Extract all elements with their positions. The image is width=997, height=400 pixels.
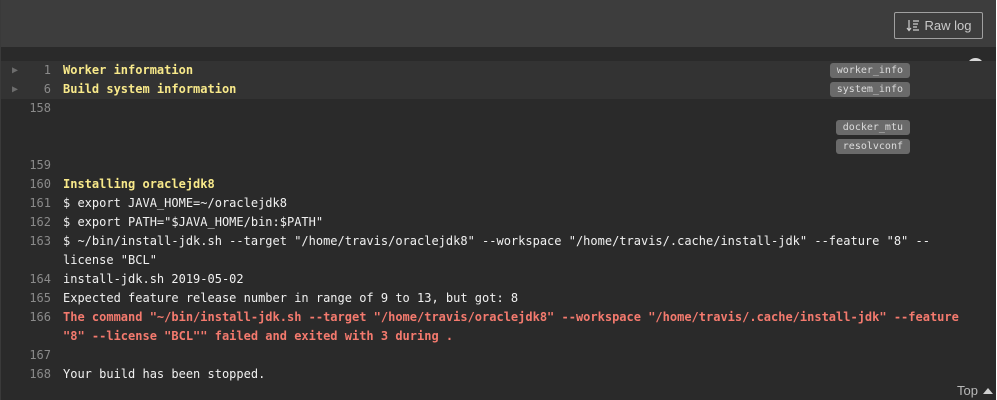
log-fold-resolvconf: resolvconf — [1, 137, 996, 156]
log-line: 165 Expected feature release number in r… — [1, 289, 996, 308]
line-number[interactable]: 162 — [27, 213, 63, 232]
caret-up-icon — [983, 387, 993, 394]
fold-tag: worker_info — [829, 63, 910, 78]
log-line: 161 $ export JAVA_HOME=~/oraclejdk8 — [1, 194, 996, 213]
log-fold-docker-mtu: docker_mtu — [1, 118, 996, 137]
line-number[interactable]: 161 — [27, 194, 63, 213]
sort-lines-icon — [906, 19, 920, 32]
line-number[interactable]: 168 — [27, 365, 63, 384]
line-number[interactable]: 6 — [27, 80, 63, 99]
log-line: 167 — [1, 346, 996, 365]
log-line: 164 install-jdk.sh 2019-05-02 — [1, 270, 996, 289]
log-line: 160 Installing oraclejdk8 — [1, 175, 996, 194]
log-line-error: 166 The command "~/bin/install-jdk.sh --… — [1, 308, 996, 346]
line-text: $ export JAVA_HOME=~/oraclejdk8 — [63, 196, 287, 210]
line-number[interactable]: 167 — [27, 346, 63, 365]
raw-log-button[interactable]: Raw log — [894, 12, 983, 39]
line-text: The command "~/bin/install-jdk.sh --targ… — [63, 310, 967, 343]
log-fold-system-info[interactable]: ▶ 6 Build system information system_info — [1, 80, 996, 99]
line-text — [63, 99, 996, 118]
line-text: Your build has been stopped. — [63, 367, 266, 381]
log-line: 162 $ export PATH="$JAVA_HOME/bin:$PATH" — [1, 213, 996, 232]
log-body: ▶ 1 Worker information worker_info ▶ 6 B… — [1, 61, 996, 384]
job-log-panel: Raw log ▶ 1 Worker information worker_in… — [0, 0, 996, 400]
fold-arrow-icon[interactable]: ▶ — [1, 61, 27, 80]
line-text — [63, 346, 996, 365]
fold-arrow-icon[interactable]: ▶ — [1, 80, 27, 99]
line-number[interactable]: 166 — [27, 308, 63, 346]
fold-tag: docker_mtu — [835, 120, 910, 135]
top-label: Top — [957, 383, 978, 398]
scroll-top-link[interactable]: Top — [957, 383, 993, 398]
line-text: Installing oraclejdk8 — [63, 177, 215, 191]
line-number[interactable]: 164 — [27, 270, 63, 289]
line-number[interactable]: 159 — [27, 156, 63, 175]
line-number[interactable]: 160 — [27, 175, 63, 194]
raw-log-label: Raw log — [924, 18, 972, 33]
line-text: $ ~/bin/install-jdk.sh --target "/home/t… — [63, 234, 930, 267]
log-fold-worker-info[interactable]: ▶ 1 Worker information worker_info — [1, 61, 996, 80]
log-line: 163 $ ~/bin/install-jdk.sh --target "/ho… — [1, 232, 996, 270]
fold-tag: resolvconf — [835, 139, 910, 154]
line-text: install-jdk.sh 2019-05-02 — [63, 272, 244, 286]
log-line: 158 — [1, 99, 996, 118]
line-number[interactable]: 1 — [27, 61, 63, 80]
line-text: $ export PATH="$JAVA_HOME/bin:$PATH" — [63, 215, 324, 229]
log-toolbar: Raw log — [1, 0, 996, 47]
log-line: 159 — [1, 156, 996, 175]
line-number[interactable]: 165 — [27, 289, 63, 308]
line-text: Expected feature release number in range… — [63, 291, 519, 305]
log-line: 168 Your build has been stopped. — [1, 365, 996, 384]
fold-tag: system_info — [829, 82, 910, 97]
line-number[interactable]: 158 — [27, 99, 63, 118]
line-number[interactable]: 163 — [27, 232, 63, 270]
line-text — [63, 156, 996, 175]
